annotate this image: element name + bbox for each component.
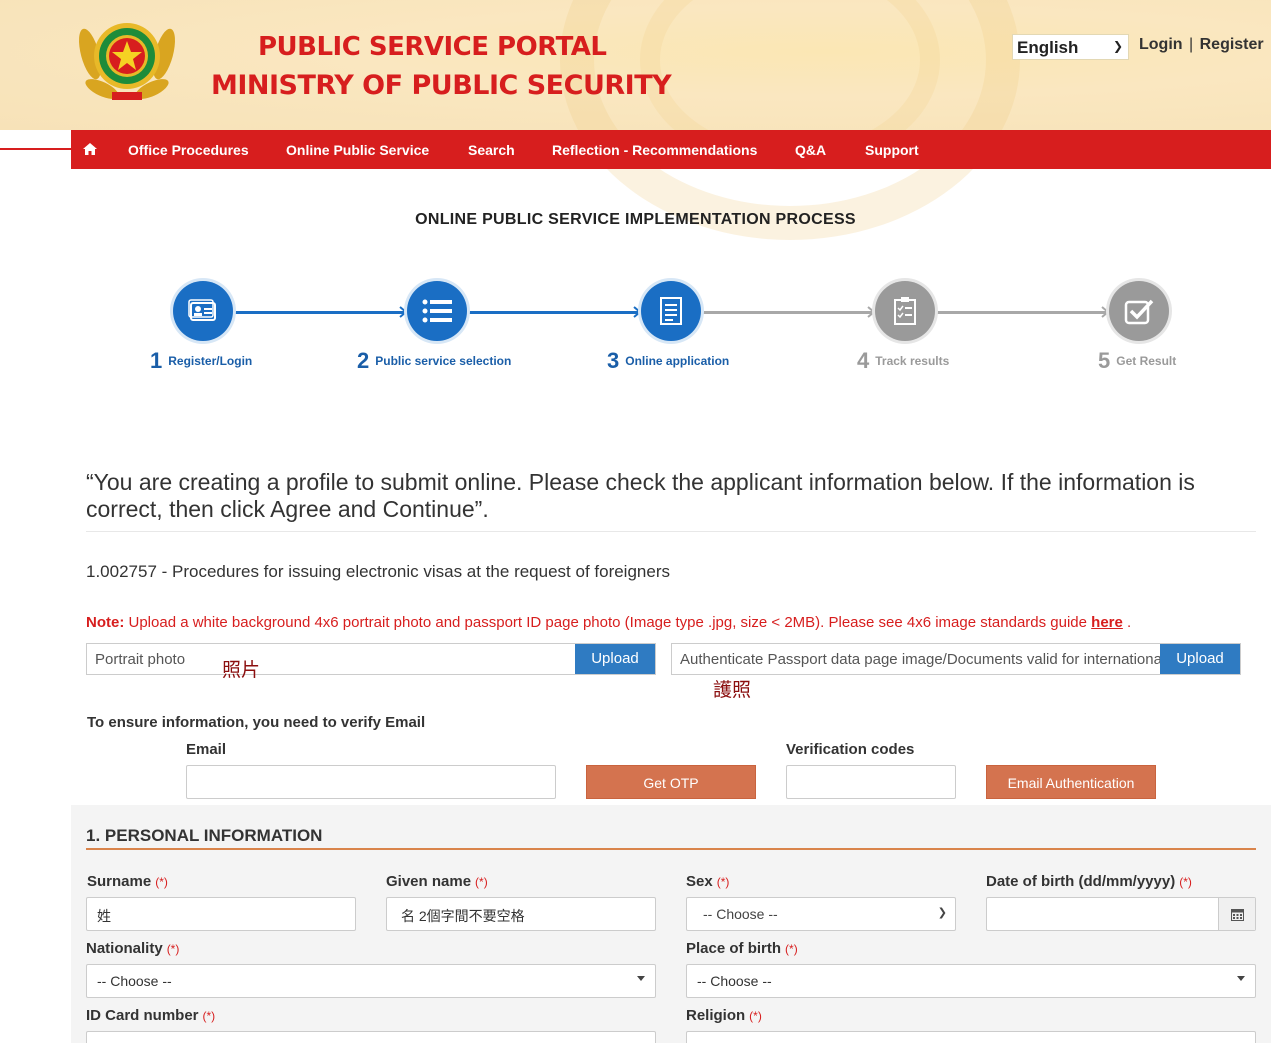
auth-links: Login | Register (1139, 36, 1264, 54)
header-accent-line (0, 148, 72, 150)
home-icon[interactable] (83, 143, 97, 155)
step-2-label[interactable]: 2 Public service selection (357, 348, 511, 374)
procedure-name: 1.002757 - Procedures for issuing electr… (86, 562, 670, 581)
portrait-annotation: 照片 (222, 659, 261, 681)
passport-image-field[interactable]: Authenticate Passport data page image/Do… (671, 643, 1241, 675)
personal-info-title: 1. PERSONAL INFORMATION (86, 826, 323, 845)
step-5-circle (1109, 281, 1169, 341)
language-value: English (1017, 38, 1079, 57)
login-link[interactable]: Login (1139, 36, 1183, 53)
intro-message: “You are creating a profile to submit on… (86, 469, 1195, 522)
email-label: Email (186, 741, 227, 758)
caret-down-icon (1237, 976, 1245, 981)
list-icon (422, 299, 452, 323)
place-of-birth-select-value: -- Choose -- (697, 973, 772, 989)
step-3-label[interactable]: 3 Online application (607, 348, 729, 374)
nationality-select-value: -- Choose -- (97, 973, 172, 989)
verification-code-input[interactable] (786, 765, 956, 799)
religion-label: Religion (*) (686, 1007, 762, 1024)
given-name-label: Given name (*) (386, 873, 488, 890)
verification-code-label: Verification codes (786, 741, 915, 758)
email-authentication-button[interactable]: Email Authentication (986, 765, 1156, 799)
nav-reflection-recommendations[interactable]: Reflection - Recommendations (552, 142, 757, 158)
step-3-circle (641, 281, 701, 341)
place-of-birth-label: Place of birth (*) (686, 940, 798, 957)
given-name-input[interactable]: 名 2個字間不要空格 (386, 897, 656, 931)
id-card-icon (188, 299, 216, 321)
language-select[interactable]: English ❯ (1012, 34, 1129, 60)
sex-select[interactable]: -- Choose -- ❯ (686, 897, 956, 931)
religion-input[interactable] (686, 1031, 1256, 1043)
id-card-label: ID Card number (*) (86, 1007, 216, 1024)
step-4-label: 4 Track results (857, 348, 950, 373)
process-title: ONLINE PUBLIC SERVICE IMPLEMENTATION PRO… (415, 211, 856, 228)
verify-email-heading: To ensure information, you need to verif… (87, 714, 426, 731)
nav-online-public-service[interactable]: Online Public Service (286, 142, 429, 158)
check-square-icon (1124, 299, 1154, 325)
divider (86, 531, 1256, 532)
calendar-button[interactable] (1218, 898, 1255, 930)
chevron-down-icon: ❯ (937, 907, 947, 919)
step-1-circle (173, 281, 233, 341)
calendar-icon (1230, 908, 1244, 921)
note-prefix: Note: (86, 614, 125, 631)
image-guide-link[interactable]: here (1091, 614, 1123, 631)
main-navbar: Office Procedures Online Public Service … (71, 130, 1271, 169)
portrait-photo-field[interactable]: Portrait photo Upload (86, 643, 656, 675)
upload-note: Note: Upload a white background 4x6 port… (86, 614, 1132, 631)
passport-image-placeholder: Authenticate Passport data page image/Do… (680, 651, 1161, 668)
sex-select-value: -- Choose -- (703, 906, 778, 922)
nav-search[interactable]: Search (468, 142, 515, 158)
step-4-circle (875, 281, 935, 341)
email-input[interactable] (186, 765, 556, 799)
section-divider (86, 848, 1256, 850)
nav-support[interactable]: Support (865, 142, 919, 158)
place-of-birth-select[interactable]: -- Choose -- (686, 964, 1256, 998)
portal-title: PUBLIC SERVICE PORTAL (258, 32, 607, 62)
portrait-upload-button[interactable]: Upload (575, 644, 655, 674)
id-card-input[interactable] (86, 1031, 656, 1043)
step-2-circle (407, 281, 467, 341)
register-link[interactable]: Register (1200, 36, 1264, 53)
nav-office-procedures[interactable]: Office Procedures (128, 142, 249, 158)
chevron-down-icon: ❯ (1112, 39, 1123, 53)
site-header (0, 0, 1271, 240)
nationality-select[interactable]: -- Choose -- (86, 964, 656, 998)
passport-upload-button[interactable]: Upload (1160, 644, 1240, 674)
surname-input[interactable]: 姓 (86, 897, 356, 931)
dob-label: Date of birth (dd/mm/yyyy) (*) (986, 873, 1192, 890)
step-1-label[interactable]: 1 Register/Login (150, 348, 252, 374)
step-5-label: 5 Get Result (1098, 348, 1177, 373)
dob-input[interactable] (986, 897, 1256, 931)
portrait-photo-placeholder: Portrait photo (95, 651, 186, 668)
note-text: Upload a white background 4x6 portrait p… (124, 614, 1092, 631)
ministry-title: MINISTRY OF PUBLIC SECURITY (211, 70, 672, 101)
auth-separator: | (1189, 36, 1194, 53)
surname-label: Surname (*) (87, 873, 168, 890)
caret-down-icon (637, 976, 645, 981)
nationality-label: Nationality (*) (86, 940, 180, 957)
passport-annotation: 護照 (713, 679, 752, 701)
get-otp-button[interactable]: Get OTP (586, 765, 756, 799)
police-emblem-logo[interactable] (72, 14, 182, 106)
sex-label: Sex (*) (686, 873, 730, 890)
checklist-icon (894, 297, 916, 325)
document-icon (660, 297, 682, 325)
nav-qa[interactable]: Q&A (795, 142, 826, 158)
